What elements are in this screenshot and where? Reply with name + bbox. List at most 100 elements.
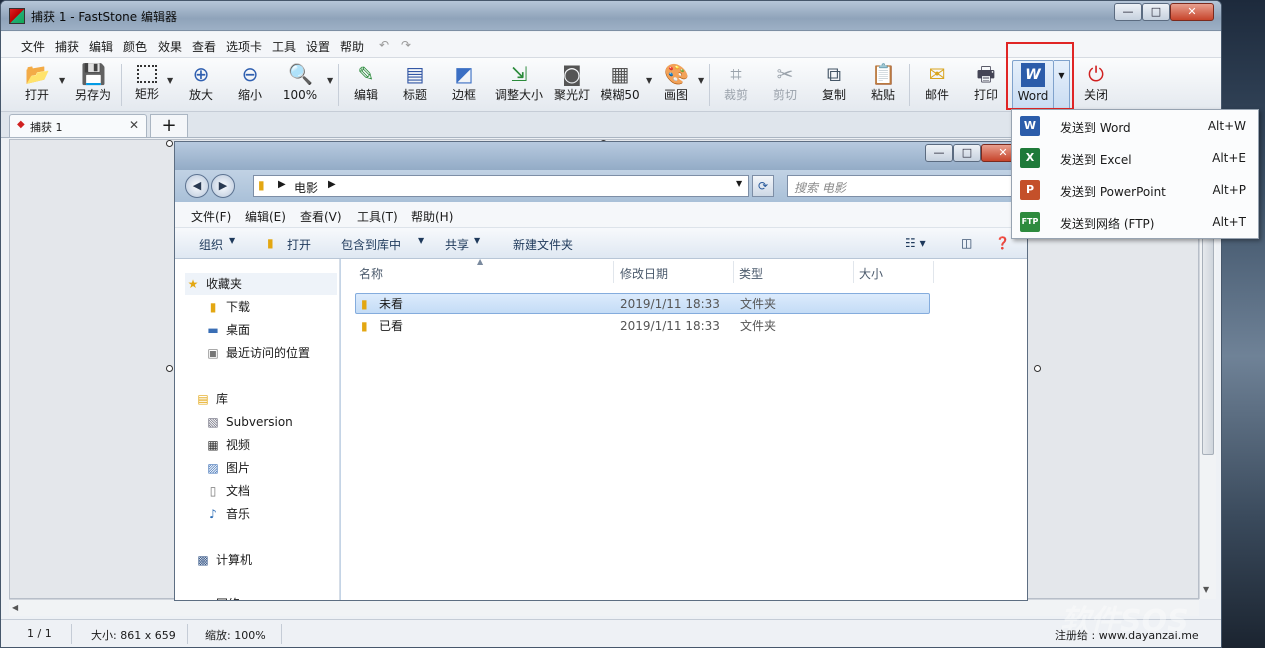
zoom-100-button[interactable]: 🔍 100% (277, 60, 323, 110)
edit-button[interactable]: ✎ 编辑 (343, 60, 389, 110)
border-icon: ◩ (454, 62, 474, 86)
menu-item-send-to-word[interactable]: W 发送到 Word Alt+W (1012, 110, 1258, 142)
explorer-menu-bar: 文件(F) 编辑(E) 查看(V) 工具(T) 帮助(H) (175, 202, 1027, 228)
rect-dropdown-arrow[interactable]: ▼ (167, 76, 173, 85)
nav-recent: ▣ 最近访问的位置 (205, 342, 310, 364)
nav-label: 音乐 (226, 507, 251, 521)
draw-dropdown-arrow[interactable]: ▼ (698, 76, 704, 85)
nav-documents: ▯ 文档 (205, 480, 250, 502)
help-icon: ❓ (995, 236, 1010, 250)
zoom-dropdown-arrow[interactable]: ▼ (327, 76, 333, 85)
open-dropdown-arrow[interactable]: ▼ (59, 76, 65, 85)
print-button[interactable]: 🖶 打印 (963, 60, 1009, 110)
page-indicator: 1 / 1 (27, 627, 52, 640)
new-folder-command: 新建文件夹 (513, 238, 574, 252)
nav-label: 收藏夹 (206, 277, 243, 291)
separator (709, 64, 710, 106)
scroll-left-icon[interactable]: ◀ (12, 603, 18, 612)
file-name: 已看 (379, 319, 404, 333)
paste-button[interactable]: 📋 粘贴 (860, 60, 906, 110)
menu-view[interactable]: 查看 (192, 38, 216, 55)
blur-icon: ▦ (610, 62, 630, 86)
blur-button[interactable]: ▦ 模糊50 (597, 60, 643, 110)
clipboard-icon: 📋 (871, 62, 896, 86)
horizontal-scrollbar[interactable]: ◀ (9, 599, 1199, 616)
menu-edit[interactable]: 编辑 (89, 38, 113, 55)
resize-handle[interactable] (166, 140, 173, 147)
menu-tabs[interactable]: 选项卡 (226, 38, 262, 55)
menu-color[interactable]: 颜色 (123, 38, 147, 55)
window-title: 捕获 1 - FastStone 编辑器 (31, 10, 177, 24)
watermark: 软件SOS (1060, 604, 1189, 639)
add-tab-button[interactable]: + (150, 114, 188, 137)
menu-file[interactable]: 文件 (21, 38, 45, 55)
rectangle-button[interactable]: 矩形 (124, 60, 170, 110)
preview-pane-icon: ◫ (961, 236, 973, 250)
column-separator (613, 261, 614, 283)
magnifier-icon: 🔍 (288, 62, 313, 86)
separator (71, 624, 72, 644)
breadcrumb-arrow-icon: ▶ (328, 179, 336, 190)
cut-button[interactable]: ✂ 剪切 (762, 60, 808, 110)
explorer-command-bar: 组织 ▼ ▮ 打开 包含到库中 ▼ 共享 ▼ 新建文件夹 ☷ ▾ ◫ ❓ (175, 228, 1027, 259)
zoom-in-icon: ⊕ (192, 62, 210, 86)
resize-handle[interactable] (1034, 365, 1041, 372)
folder-icon: ▮ (361, 297, 368, 311)
open-button[interactable]: 📂 打开 (14, 60, 60, 110)
resize-handle[interactable] (166, 365, 173, 372)
zoom-out-button[interactable]: ⊖ 缩小 (227, 60, 273, 110)
column-separator (933, 261, 934, 283)
menu-effects[interactable]: 效果 (158, 38, 182, 55)
separator (121, 64, 122, 106)
menu-item-send-to-ftp[interactable]: FTP 发送到网络 (FTP) Alt+T (1012, 206, 1258, 238)
close-button[interactable]: ⏻ 关闭 (1073, 60, 1119, 110)
captured-explorer-window: — □ ✕ ◀ ▶ ▮ ▶ 电影 ▶ ▼ ⟳ 搜索 电影 文件(F) 编辑(E)… (174, 141, 1028, 601)
tab-capture-1[interactable]: ◆ 捕获 1 ✕ (9, 114, 147, 137)
menu-tools[interactable]: 工具 (272, 38, 296, 55)
redo-icon[interactable]: ↷ (401, 38, 411, 52)
dropdown-arrow-icon: ▼ (474, 236, 481, 245)
include-library-command: 包含到库中 (341, 238, 402, 252)
maximize-button[interactable]: □ (1142, 3, 1170, 21)
crop-button[interactable]: ⌗ 裁剪 (713, 60, 759, 110)
copy-button[interactable]: ⧉ 复制 (811, 60, 857, 110)
draw-button[interactable]: 🎨 画图 (653, 60, 699, 110)
email-button[interactable]: ✉ 邮件 (914, 60, 960, 110)
zoom-in-button[interactable]: ⊕ 放大 (178, 60, 224, 110)
menu-help[interactable]: 帮助 (340, 38, 364, 55)
close-window-button[interactable]: ✕ (1170, 3, 1214, 21)
menu-item-send-to-excel[interactable]: X 发送到 Excel Alt+E (1012, 142, 1258, 174)
column-type: 类型 (739, 267, 764, 281)
explorer-maximize-icon: □ (953, 144, 981, 162)
caption-icon: ▤ (405, 62, 425, 86)
minimize-button[interactable]: — (1114, 3, 1142, 21)
subversion-icon: ▧ (207, 415, 219, 429)
copy-icon: ⧉ (826, 62, 842, 86)
border-button[interactable]: ◩ 边框 (441, 60, 487, 110)
explorer-file-list: ▲ 名称 修改日期 类型 大小 ▮ 未看 2019/1/11 18:33 文件夹… (341, 257, 1027, 600)
explorer-title-bar: — □ ✕ (175, 142, 1027, 170)
downloads-folder-icon: ▮ (209, 300, 217, 314)
address-dropdown-icon: ▼ (736, 179, 743, 188)
resize-button[interactable]: ⇲ 调整大小 (491, 60, 547, 110)
send-to-dropdown-menu: W 发送到 Word Alt+W X 发送到 Excel Alt+E P 发送到… (1011, 109, 1259, 239)
menu-settings[interactable]: 设置 (306, 38, 330, 55)
explorer-menu-file: 文件(F) (191, 210, 232, 224)
printer-icon: 🖶 (976, 62, 996, 86)
undo-icon[interactable]: ↶ (379, 38, 389, 52)
spotlight-button[interactable]: ◙ 聚光灯 (549, 60, 595, 110)
nav-label: 最近访问的位置 (226, 346, 311, 360)
nav-music: ♪ 音乐 (205, 503, 250, 525)
menu-capture[interactable]: 捕获 (55, 38, 79, 55)
save-as-button[interactable]: 💾 另存为 (69, 60, 117, 110)
menu-item-send-to-powerpoint[interactable]: P 发送到 PowerPoint Alt+P (1012, 174, 1258, 206)
separator (281, 624, 282, 644)
blur-dropdown-arrow[interactable]: ▼ (646, 76, 652, 85)
tab-label: 捕获 1 (30, 121, 63, 134)
nav-video: ▦ 视频 (205, 434, 250, 456)
paint-edit-icon: ✎ (357, 62, 375, 86)
scroll-down-icon[interactable]: ▼ (1203, 585, 1209, 594)
caption-button[interactable]: ▤ 标题 (392, 60, 438, 110)
tab-close-button[interactable]: ✕ (129, 118, 139, 132)
desktop-icon: ▬ (207, 323, 219, 337)
